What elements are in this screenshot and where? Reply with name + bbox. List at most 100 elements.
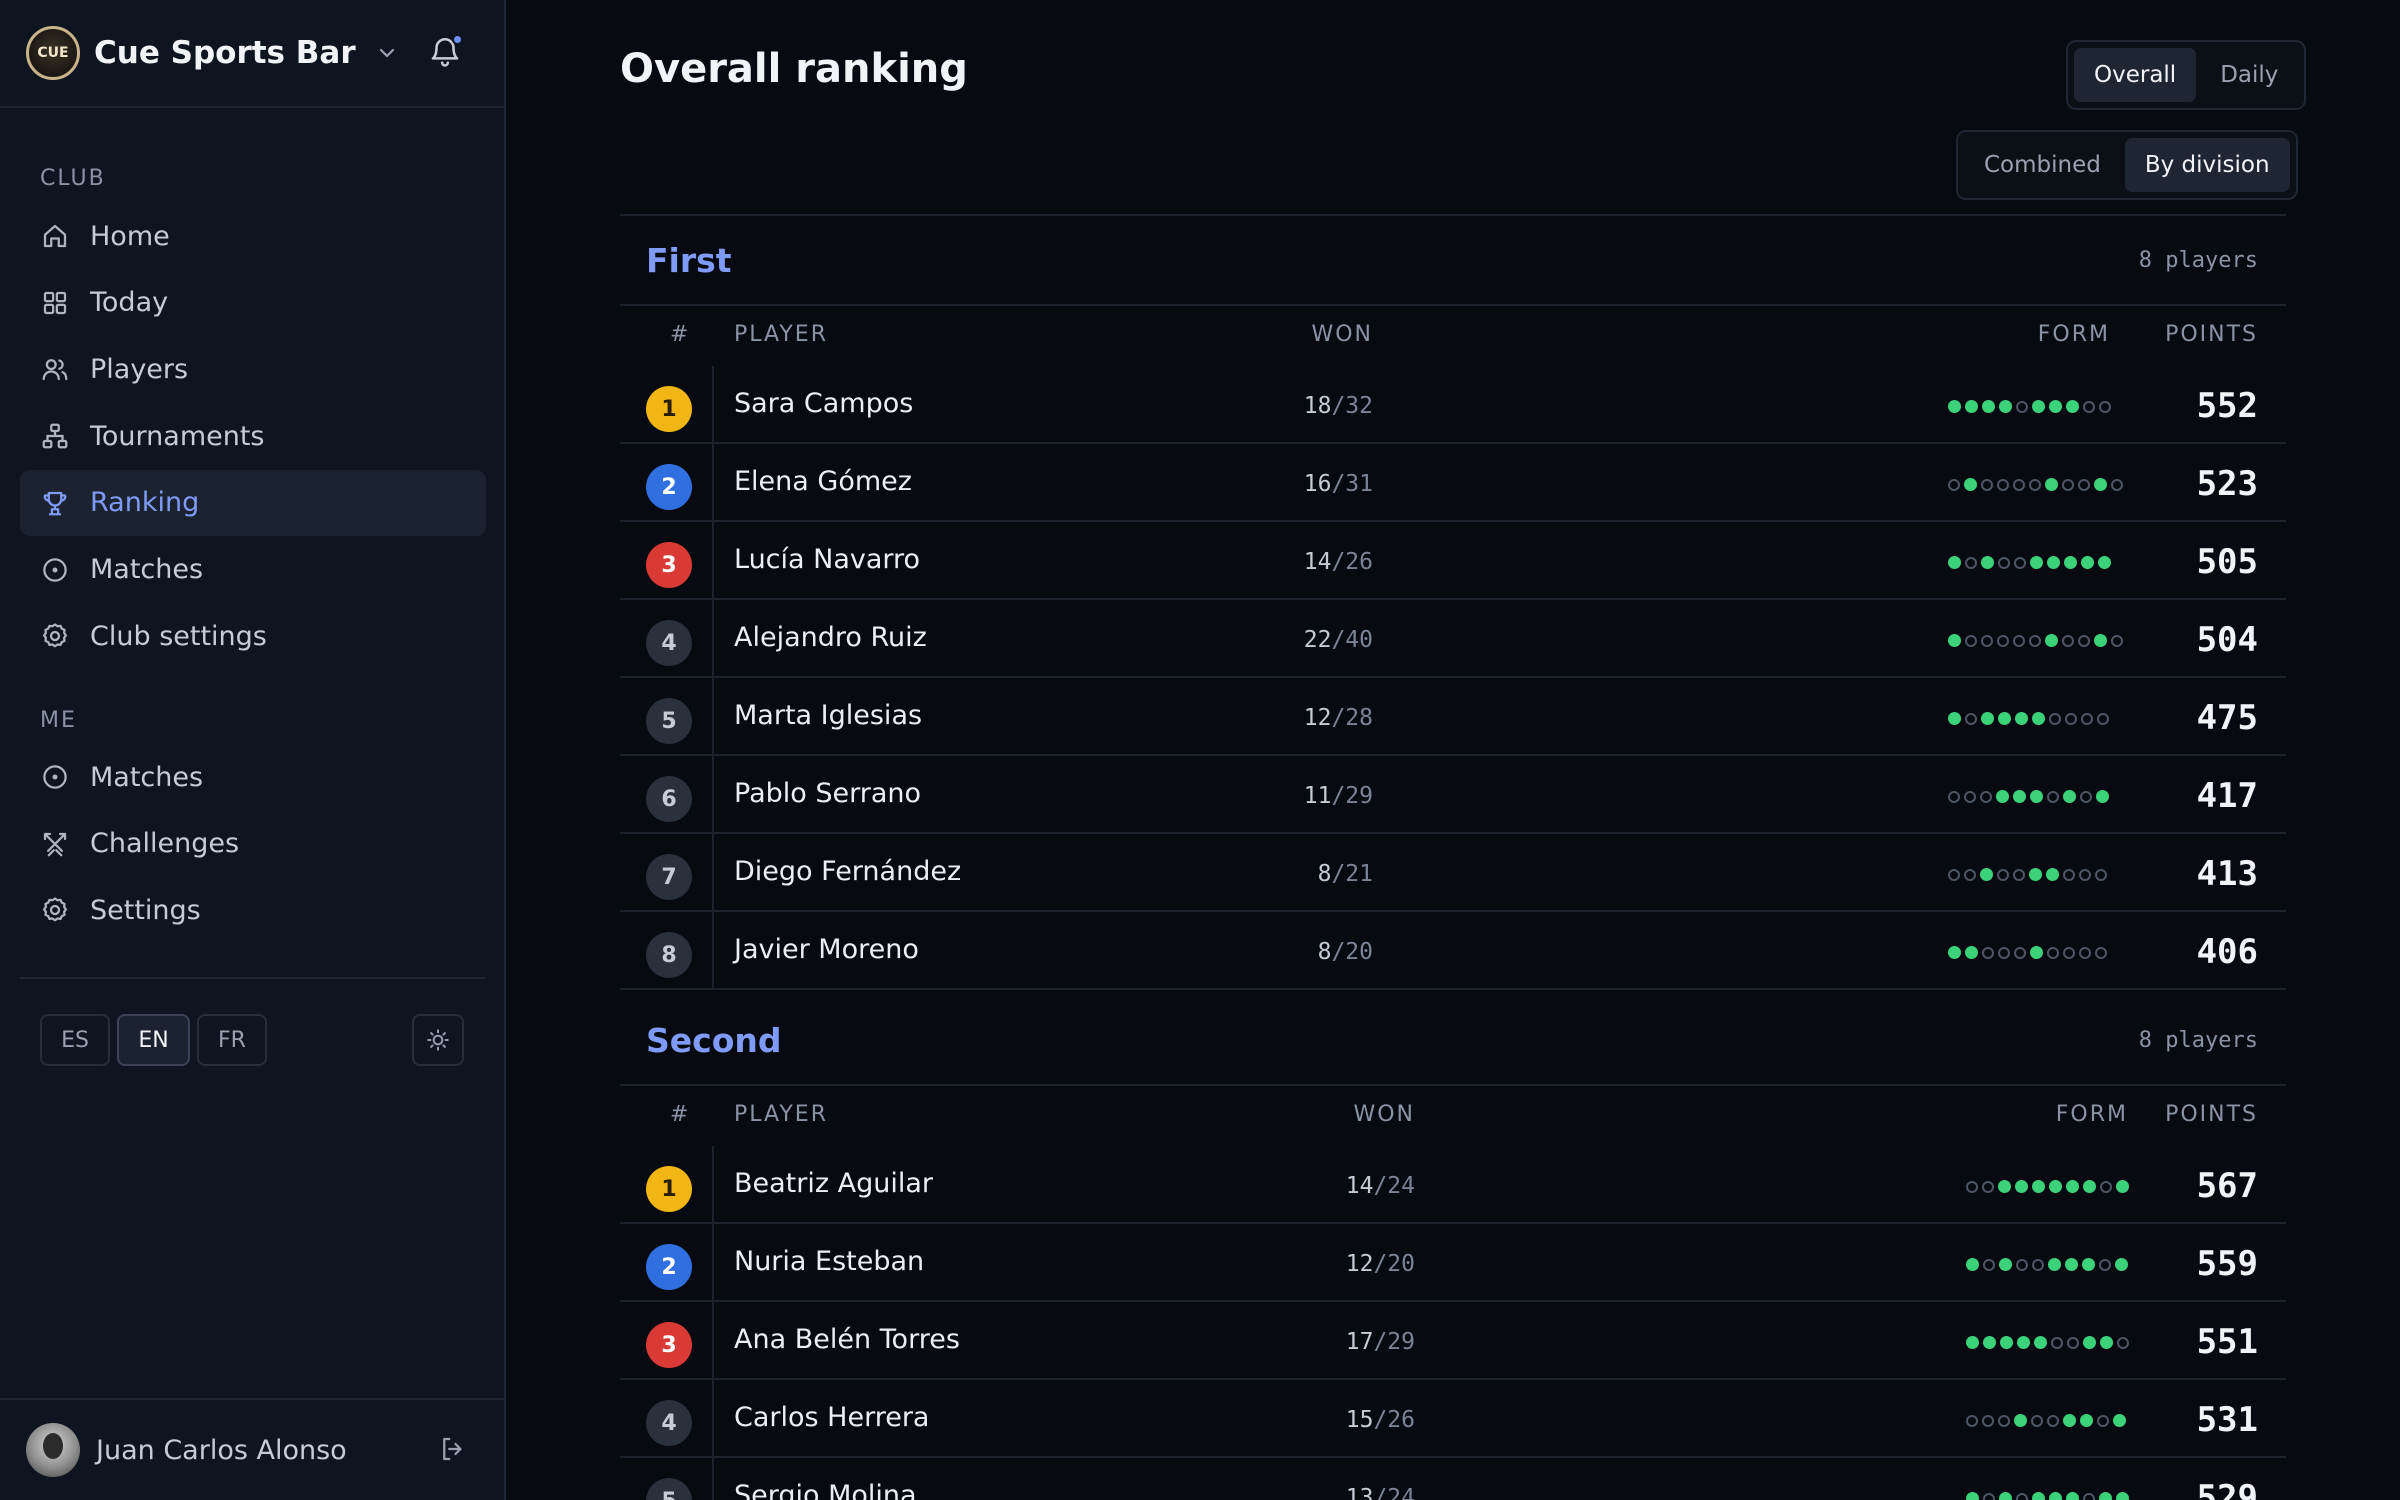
player-name[interactable]: Marta Iglesias [734,700,922,731]
column-form: FORM [2055,1102,2128,1127]
sidebar-item-me-matches[interactable]: Matches [20,744,486,810]
tab-by-division[interactable]: By division [2124,138,2290,192]
player-name[interactable]: Alejandro Ruiz [734,622,927,653]
table-row[interactable]: 4 Alejandro Ruiz 22/40 504 [620,600,2286,678]
language-button-fr[interactable]: FR [197,1014,267,1066]
table-row[interactable]: 2 Nuria Esteban 12/20 559 [620,1224,2286,1302]
table-row[interactable]: 6 Pablo Serrano 11/29 417 [620,756,2286,834]
form-indicator [1948,400,2111,413]
form-loss-dot [2081,712,2093,725]
player-name[interactable]: Elena Gómez [734,466,912,497]
sidebar-item-me-settings[interactable]: Settings [20,877,486,943]
table-row[interactable]: 1 Sara Campos 18/32 552 [620,366,2286,444]
form-indicator [1966,1336,2129,1349]
form-indicator [1966,1492,2129,1500]
player-name[interactable]: Nuria Esteban [734,1246,924,1277]
form-loss-dot [1964,868,1976,881]
form-win-dot [2065,1258,2078,1271]
form-loss-dot [2051,1336,2063,1349]
sidebar-item-label: Today [90,287,169,319]
form-win-dot [2096,790,2109,803]
sidebar-item-club-settings[interactable]: Club settings [20,603,486,669]
notification-dot [452,34,463,45]
won-record: 8/21 [1318,861,1373,887]
table-row[interactable]: 4 Carlos Herrera 15/26 531 [620,1380,2286,1458]
swords-icon [40,829,70,859]
rank-badge: 2 [646,464,692,510]
form-win-dot [1999,400,2012,413]
tab-combined[interactable]: Combined [1964,138,2121,192]
tab-overall[interactable]: Overall [2074,48,2197,102]
form-win-dot [2083,1180,2096,1193]
sidebar-item-home[interactable]: Home [20,203,486,269]
form-loss-dot [2079,868,2091,881]
player-name[interactable]: Diego Fernández [734,856,961,887]
player-name[interactable]: Javier Moreno [734,934,919,965]
rank-badge: 6 [646,776,692,822]
form-loss-dot [2097,712,2109,725]
target-icon [40,762,70,792]
form-win-dot [1965,400,1978,413]
table-row[interactable]: 5 Sergio Molina 13/24 529 [620,1458,2286,1500]
points-value: 504 [2196,620,2258,660]
sidebar-item-tournaments[interactable]: Tournaments [20,403,486,469]
user-profile[interactable]: Juan Carlos Alonso [0,1398,506,1500]
table-row[interactable]: 2 Elena Gómez 16/31 523 [620,444,2286,522]
form-loss-dot [1998,946,2010,959]
form-win-dot [1966,1258,1979,1271]
sidebar-item-players[interactable]: Players [20,336,486,402]
won-separator: / [1331,627,1346,653]
form-loss-dot [2080,790,2092,803]
form-indicator [1948,790,2109,803]
won-count: 14 [1303,549,1332,575]
rank-badge: 3 [646,1322,692,1368]
sidebar-item-me-challenges[interactable]: Challenges [20,811,486,877]
logout-button[interactable] [438,1434,470,1466]
player-name[interactable]: Pablo Serrano [734,778,921,809]
player-name[interactable]: Sergio Molina [734,1480,917,1500]
table-row[interactable]: 8 Javier Moreno 8/20 406 [620,912,2286,990]
form-win-dot [2048,1258,2061,1271]
form-loss-dot [2014,556,2026,569]
form-win-dot [2032,712,2045,725]
form-win-dot [1983,1336,1996,1349]
form-win-dot [2063,1414,2076,1427]
won-count: 8 [1317,939,1332,965]
sidebar-item-matches[interactable]: Matches [20,537,486,603]
won-separator: / [1331,783,1346,809]
division-title: Second [646,1020,782,1060]
language-button-en[interactable]: EN [117,1014,190,1066]
sidebar-item-label: Settings [90,894,201,926]
sidebar-item-ranking[interactable]: Ranking [20,469,486,536]
form-loss-dot [2095,868,2107,881]
table-row[interactable]: 3 Lucía Navarro 14/26 505 [620,522,2286,600]
sidebar-item-label: Matches [90,554,204,585]
won-count: 14 [1345,1173,1374,1199]
player-name[interactable]: Beatriz Aguilar [734,1168,933,1199]
won-separator: / [1331,393,1346,419]
table-row[interactable]: 3 Ana Belén Torres 17/29 551 [620,1302,2286,1380]
home-icon [40,221,70,251]
form-loss-dot [2111,634,2123,647]
theme-toggle-button[interactable] [412,1014,464,1066]
player-name[interactable]: Lucía Navarro [734,544,920,575]
player-name[interactable]: Carlos Herrera [734,1402,929,1433]
table-row[interactable]: 1 Beatriz Aguilar 14/24 567 [620,1146,2286,1224]
player-name[interactable]: Sara Campos [734,388,913,419]
sidebar-divider [20,977,486,979]
played-count: 32 [1345,393,1373,419]
won-record: 22/40 [1304,627,1373,653]
notifications-button[interactable] [428,34,464,72]
language-button-es[interactable]: ES [40,1014,110,1066]
table-row[interactable]: 7 Diego Fernández 8/21 413 [620,834,2286,912]
sidebar-item-today[interactable]: Today [20,270,486,336]
player-name[interactable]: Ana Belén Torres [734,1324,960,1355]
points-value: 552 [2196,386,2258,426]
form-loss-dot [2047,946,2059,959]
table-row[interactable]: 5 Marta Iglesias 12/28 475 [620,678,2286,756]
points-value: 523 [2196,464,2258,504]
tab-daily[interactable]: Daily [2200,48,2298,102]
form-win-dot [2029,868,2042,881]
form-loss-dot [1997,478,2009,491]
form-win-dot [2115,1258,2128,1271]
